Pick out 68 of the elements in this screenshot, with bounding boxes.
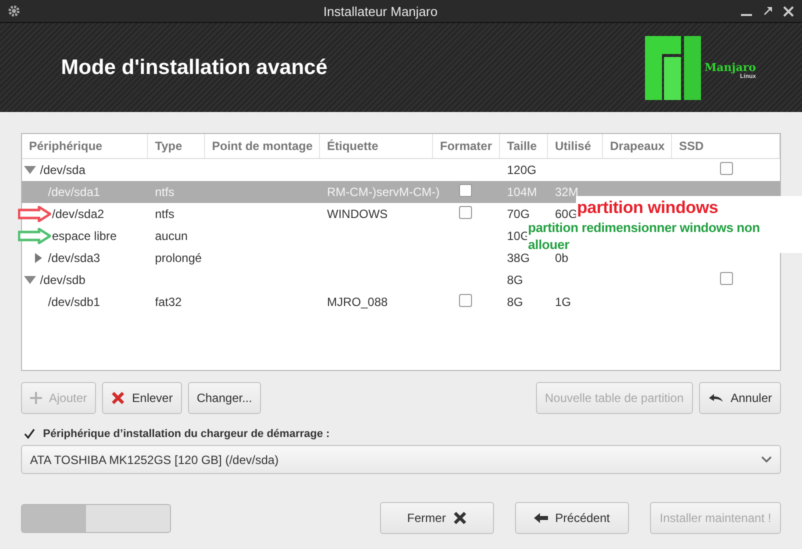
column-header[interactable]: Type	[148, 134, 205, 158]
logo-icon	[645, 36, 702, 100]
logo-text: Manjaro	[704, 61, 756, 74]
table-cell: ntfs	[155, 207, 174, 221]
table-cell: 70G	[507, 207, 530, 221]
button[interactable]: Annuler	[698, 382, 781, 414]
window-title: Installateur Manjaro	[322, 4, 439, 18]
column-header[interactable]: Utilisé	[548, 134, 603, 158]
plus-icon	[30, 392, 42, 404]
page-title: Mode d'installation avancé	[61, 56, 328, 80]
table-cell: 8G	[507, 295, 524, 309]
table-cell: 38G	[507, 251, 530, 265]
table-cell: fat32	[155, 295, 182, 309]
left-arrow-icon	[534, 513, 548, 523]
column-header[interactable]: Périphérique	[22, 134, 148, 158]
ssd-checkbox[interactable]	[720, 272, 733, 285]
table-row[interactable]: /dev/sdb 8G	[22, 269, 780, 291]
settings-icon[interactable]	[8, 5, 20, 17]
column-header[interactable]: Taille	[500, 134, 548, 158]
format-checkbox[interactable]	[459, 206, 472, 219]
table-cell: 104M	[507, 185, 538, 199]
device-name: /dev/sda3	[48, 251, 100, 265]
table-cell: prolongé	[155, 251, 202, 265]
device-name: /dev/sdb	[40, 273, 86, 287]
ssd-checkbox[interactable]	[720, 162, 733, 175]
device-name: espace libre	[52, 229, 117, 243]
table-cell: RM-CM-)servM-CM-)	[327, 185, 440, 199]
device-name: /dev/sda	[40, 163, 86, 177]
table-row[interactable]: /dev/sda 120G	[22, 159, 780, 181]
device-name: /dev/sda1	[48, 185, 100, 199]
table-cell: WINDOWS	[327, 207, 388, 221]
close-icon[interactable]	[783, 6, 794, 16]
table-cell: 0b	[555, 251, 568, 265]
button[interactable]: Fermer	[380, 502, 494, 534]
column-header[interactable]: Point de montage	[205, 134, 320, 158]
table-cell: MJRO_088	[327, 295, 388, 309]
button[interactable]: Précédent	[515, 502, 629, 534]
column-header[interactable]: Drapeaux	[603, 134, 672, 158]
table-cell: aucun	[155, 229, 188, 243]
note-tooltip: partition windows	[576, 196, 802, 219]
column-header[interactable]: Étiquette	[320, 134, 433, 158]
button[interactable]: Enlever	[102, 382, 182, 414]
chevron-down-icon	[761, 456, 772, 463]
format-checkbox[interactable]	[459, 184, 472, 197]
column-header[interactable]: SSD	[672, 134, 780, 158]
expanded-icon[interactable]	[24, 165, 36, 175]
note-tooltip: partition redimensionner windows non allouer	[527, 219, 802, 253]
table-cell: 120G	[507, 163, 536, 177]
table-cell: 32M	[555, 185, 578, 199]
table-cell: 8G	[507, 273, 524, 287]
device-name: /dev/sdb1	[48, 295, 100, 309]
close-icon	[452, 511, 467, 525]
collapsed-icon[interactable]	[32, 253, 44, 263]
bootloader-dropdown[interactable]: ATA TOSHIBA MK1252GS [120 GB] (/dev/sda)	[21, 445, 781, 474]
column-header[interactable]: Formater	[433, 134, 500, 158]
checkbox-label: Périphérique d’installation du chargeur de démarrage :	[43, 428, 330, 440]
expanded-icon[interactable]	[24, 275, 36, 285]
close-icon	[111, 391, 126, 405]
table-cell: ntfs	[155, 185, 174, 199]
format-checkbox[interactable]	[459, 294, 472, 307]
table-cell: 60G	[555, 207, 578, 221]
table-row[interactable]: /dev/sdb1 fat32 MJRO_088 8G 1G	[22, 291, 780, 313]
checkbox[interactable]	[24, 428, 35, 440]
button[interactable]: Changer...	[188, 382, 262, 414]
device-name: /dev/sda2	[52, 207, 104, 221]
table-cell: 1G	[555, 295, 572, 309]
maximize-icon[interactable]	[762, 6, 773, 16]
undo-icon	[708, 393, 724, 403]
